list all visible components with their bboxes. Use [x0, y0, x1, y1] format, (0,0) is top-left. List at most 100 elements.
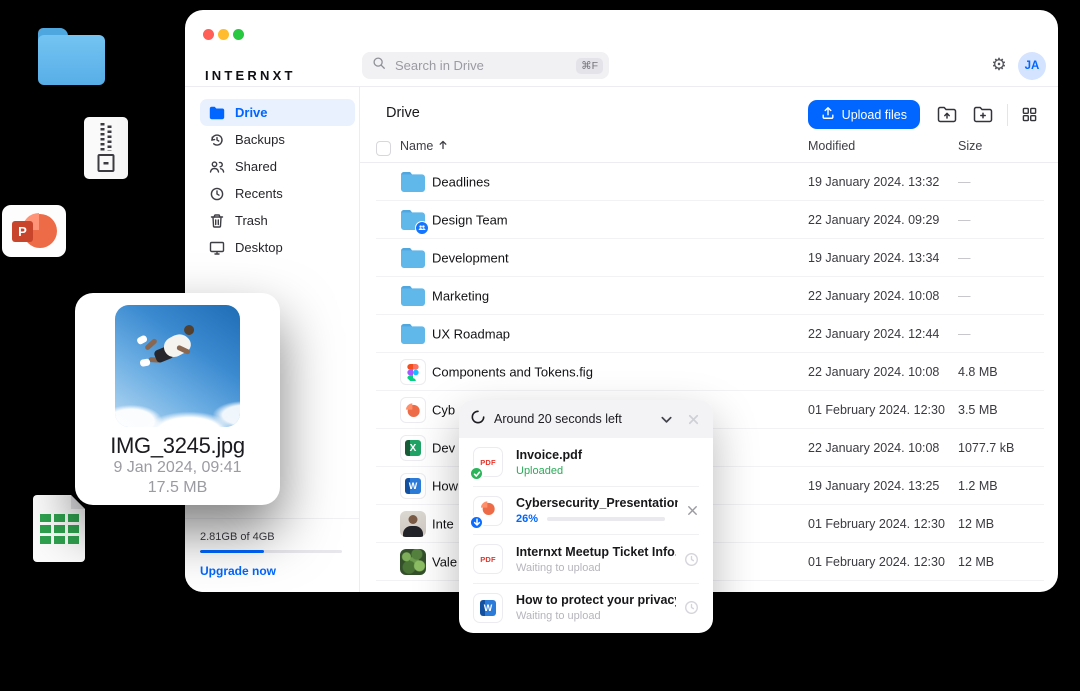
close-window-button[interactable] [203, 29, 214, 40]
table-row[interactable]: Marketing22 January 2024. 10:08— [360, 277, 1058, 315]
word-file-icon: W [480, 600, 496, 616]
file-size: — [958, 175, 971, 189]
file-size: 4.8 MB [958, 365, 998, 379]
upload-item[interactable]: W How to protect your privacy.doc Waiting … [459, 584, 713, 633]
sidebar-item-label: Drive [235, 105, 268, 120]
shared-folder-icon [400, 209, 426, 231]
file-modified: 19 January 2024. 13:34 [808, 251, 939, 265]
table-row[interactable]: Design Team 22 January 2024. 09:29 — [360, 201, 1058, 239]
file-size: 1077.7 kB [958, 441, 1014, 455]
file-name: Cyb [432, 403, 455, 418]
search-bar[interactable]: ⌘F [362, 52, 609, 79]
storage-progress-fill [200, 550, 264, 553]
desktop-icon [209, 240, 225, 256]
file-type-tile: PDF [473, 447, 503, 477]
upload-status: Uploaded [516, 465, 563, 477]
column-name[interactable]: Name [400, 139, 448, 153]
file-modified: 19 January 2024. 13:25 [808, 479, 939, 493]
upload-percent: 26% [516, 513, 538, 525]
file-size: — [958, 327, 971, 341]
sidebar-list: Drive Backups SharedRecents Trash Desktop [185, 87, 359, 261]
minimize-window-button[interactable] [218, 29, 229, 40]
upload-items-list: PDF Invoice.pdf Uploaded Cybersecurity_Pres… [459, 438, 713, 632]
photo-thumbnail [400, 549, 426, 575]
file-type-tile: W [473, 593, 503, 623]
grid-view-button[interactable] [1022, 107, 1037, 122]
upload-status: Waiting to upload [516, 610, 601, 622]
decoration-zip-file-icon [84, 117, 128, 179]
sidebar-item-label: Backups [235, 132, 285, 147]
powerpoint-file-icon [400, 397, 426, 423]
file-modified: 22 January 2024. 10:08 [808, 289, 939, 303]
upload-file-name: How to protect your privacy.doc [516, 593, 676, 607]
sidebar-item-drive[interactable]: Drive [200, 99, 355, 126]
select-all-checkbox[interactable] [376, 141, 391, 156]
sidebar-item-recents[interactable]: Recents [200, 180, 355, 207]
file-name: Inte [432, 517, 454, 532]
file-name: Development [432, 251, 509, 266]
folder-icon [400, 285, 426, 307]
waiting-clock-icon [684, 600, 699, 615]
recents-icon [209, 186, 225, 202]
upload-files-button[interactable]: Upload files [808, 100, 920, 129]
file-name: Components and Tokens.fig [432, 365, 593, 380]
sidebar-item-backups[interactable]: Backups [200, 126, 355, 153]
upload-item[interactable]: PDF Invoice.pdf Uploaded [459, 438, 713, 487]
zoom-window-button[interactable] [233, 29, 244, 40]
column-size[interactable]: Size [958, 139, 982, 153]
pdf-file-icon: PDF [480, 555, 496, 564]
upload-file-name: Internxt Meetup Ticket Info.pdf [516, 545, 676, 559]
powerpoint-p-glyph: P [12, 221, 33, 242]
image-filename: IMG_3245.jpg [75, 433, 280, 459]
upload-item[interactable]: PDFInternxt Meetup Ticket Info.pdfWaitin… [459, 535, 713, 584]
cancel-upload-icon[interactable] [686, 504, 699, 517]
shared-icon [209, 159, 225, 175]
file-modified: 19 January 2024. 13:32 [808, 175, 939, 189]
table-row[interactable]: Development19 January 2024. 13:34— [360, 239, 1058, 277]
upload-file-name: Invoice.pdf [516, 448, 699, 462]
sidebar-item-shared[interactable]: Shared [200, 153, 355, 180]
decoration-spreadsheet-icon [33, 495, 85, 562]
spinner-icon [471, 410, 485, 429]
file-modified: 01 February 2024. 12:30 [808, 555, 945, 569]
file-size: 1.2 MB [958, 479, 998, 493]
decoration-folder-icon [38, 28, 105, 85]
settings-gear-icon[interactable]: ⚙ [989, 55, 1009, 75]
file-modified: 22 January 2024. 10:08 [808, 441, 939, 455]
image-date: 9 Jan 2024, 09:41 [75, 459, 280, 477]
table-row[interactable]: UX Roadmap22 January 2024. 12:44— [360, 315, 1058, 353]
upload-eta-label: Around 20 seconds left [494, 412, 647, 426]
sidebar-item-label: Trash [235, 213, 268, 228]
uploading-arrow-badge-icon [469, 515, 484, 530]
backups-icon [209, 132, 225, 148]
avatar[interactable]: JA [1018, 52, 1046, 80]
upgrade-now-link[interactable]: Upgrade now [200, 564, 339, 578]
trash-icon [209, 213, 225, 229]
close-popup-icon[interactable] [686, 412, 701, 427]
shared-users-badge-icon [415, 221, 429, 235]
image-size: 17.5 MB [75, 479, 280, 497]
uploaded-check-badge-icon [469, 466, 484, 481]
upload-folder-button[interactable] [937, 106, 957, 123]
table-row[interactable]: Deadlines 19 January 2024. 13:32 — [360, 163, 1058, 201]
file-modified: 22 January 2024. 09:29 [808, 213, 939, 227]
file-size: — [958, 213, 971, 227]
file-type-tile [473, 496, 503, 526]
file-modified: 01 February 2024. 12:30 [808, 517, 945, 531]
table-row[interactable]: Components and Tokens.fig22 January 2024… [360, 353, 1058, 391]
search-input[interactable] [393, 57, 576, 74]
figma-file-icon [400, 359, 426, 385]
column-modified[interactable]: Modified [808, 139, 855, 153]
create-folder-button[interactable] [973, 106, 993, 123]
upload-item[interactable]: Cybersecurity_Presentation.ppt26% [459, 487, 713, 536]
internxt-logo: INTERNXT [205, 68, 296, 83]
page-title: Drive [386, 105, 420, 121]
search-shortcut-badge: ⌘F [576, 58, 603, 74]
file-name: Deadlines [432, 175, 490, 190]
chevron-down-icon[interactable] [659, 412, 674, 427]
file-name: Design Team [432, 213, 508, 228]
sidebar-item-trash[interactable]: Trash [200, 207, 355, 234]
image-thumbnail [115, 305, 240, 427]
sidebar-item-desktop[interactable]: Desktop [200, 234, 355, 261]
toolbar: Upload files [808, 100, 1037, 129]
